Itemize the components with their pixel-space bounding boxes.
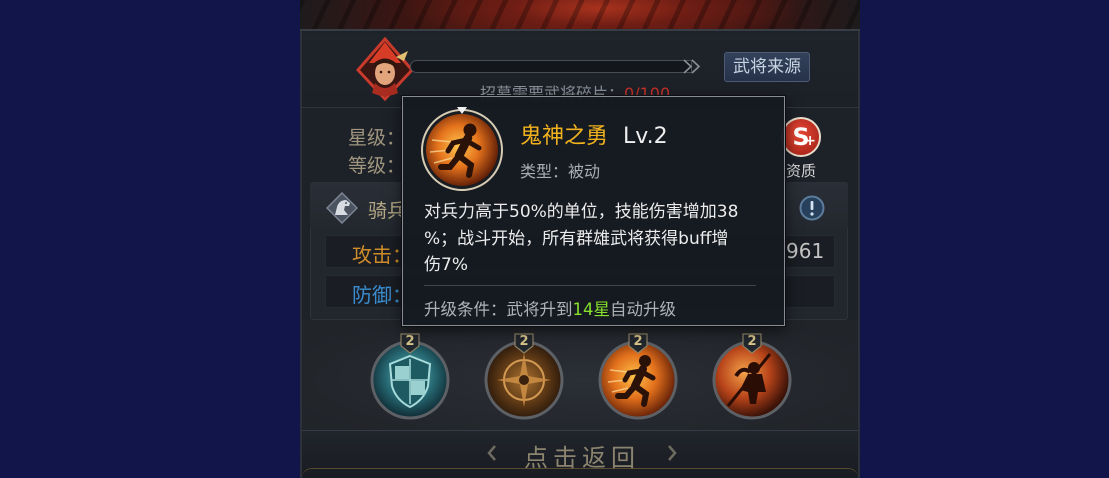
- skill-level: Lv.2: [623, 124, 668, 149]
- skill-level-badge: 2: [627, 332, 649, 354]
- chevron-right-icon: [666, 444, 678, 462]
- skill-level: 2: [519, 334, 529, 349]
- skill-description: 对兵力高于50%的单位，技能伤害增加38 %；战斗开始，所有群雄武将获得buff…: [424, 199, 738, 279]
- star-label: 星级：: [348, 127, 406, 149]
- skill-tooltip: 鬼神之勇 Lv.2 类型：被动 对兵力高于50%的单位，技能伤害增加38 %；战斗…: [402, 96, 785, 326]
- skill-slot-4[interactable]: 2: [712, 333, 792, 420]
- skill-level: 2: [405, 334, 415, 349]
- info-icon[interactable]: [799, 195, 825, 221]
- skill-type: 类型：被动: [520, 162, 601, 181]
- skill-slot-1[interactable]: 2: [370, 333, 450, 420]
- tooltip-pointer: [457, 107, 467, 114]
- upgrade-condition: 升级条件：武将升到14星自动升级: [424, 296, 676, 320]
- grade-modifier: +: [804, 133, 816, 149]
- grade-badge[interactable]: S +: [781, 117, 821, 157]
- troop-type: 骑兵: [368, 200, 407, 222]
- skill-level-badge: 2: [399, 332, 421, 354]
- upgrade-highlight: 14星: [572, 300, 611, 319]
- double-chevron-right-icon: [682, 59, 702, 74]
- running-figure-skill-icon: [420, 108, 504, 192]
- upgrade-prefix: 升级条件：武将升到: [424, 300, 573, 319]
- grade-label: 资质: [786, 162, 817, 180]
- hero-artwork: [300, 0, 860, 31]
- recruit-progress-bar: [410, 60, 692, 73]
- level-label: 等级：: [348, 155, 406, 177]
- skill-level: 2: [747, 334, 757, 349]
- skill-slot-2[interactable]: 2: [484, 333, 564, 420]
- tooltip-divider: [424, 285, 756, 286]
- hero-avatar: [355, 36, 415, 102]
- back-label[interactable]: 点击返回: [522, 438, 642, 473]
- skill-name: 鬼神之勇: [520, 124, 609, 149]
- horse-icon: [325, 191, 359, 225]
- hero-source-button[interactable]: 武将来源: [724, 52, 810, 82]
- description-line: %；战斗开始，所有群雄武将获得buff增: [424, 228, 729, 249]
- skill-level-badge: 2: [741, 332, 763, 354]
- chevron-left-icon: [486, 444, 498, 462]
- skill-title: 鬼神之勇 Lv.2: [520, 124, 668, 150]
- skill-slot-3[interactable]: 2: [598, 333, 678, 420]
- description-line: 对兵力高于50%的单位，技能伤害增加38: [424, 202, 739, 222]
- skill-level: 2: [633, 334, 643, 349]
- description-line: 伤7%: [424, 255, 468, 275]
- attack-value: 961: [786, 239, 825, 263]
- upgrade-suffix: 自动升级: [610, 300, 676, 319]
- skill-level-badge: 2: [513, 332, 535, 354]
